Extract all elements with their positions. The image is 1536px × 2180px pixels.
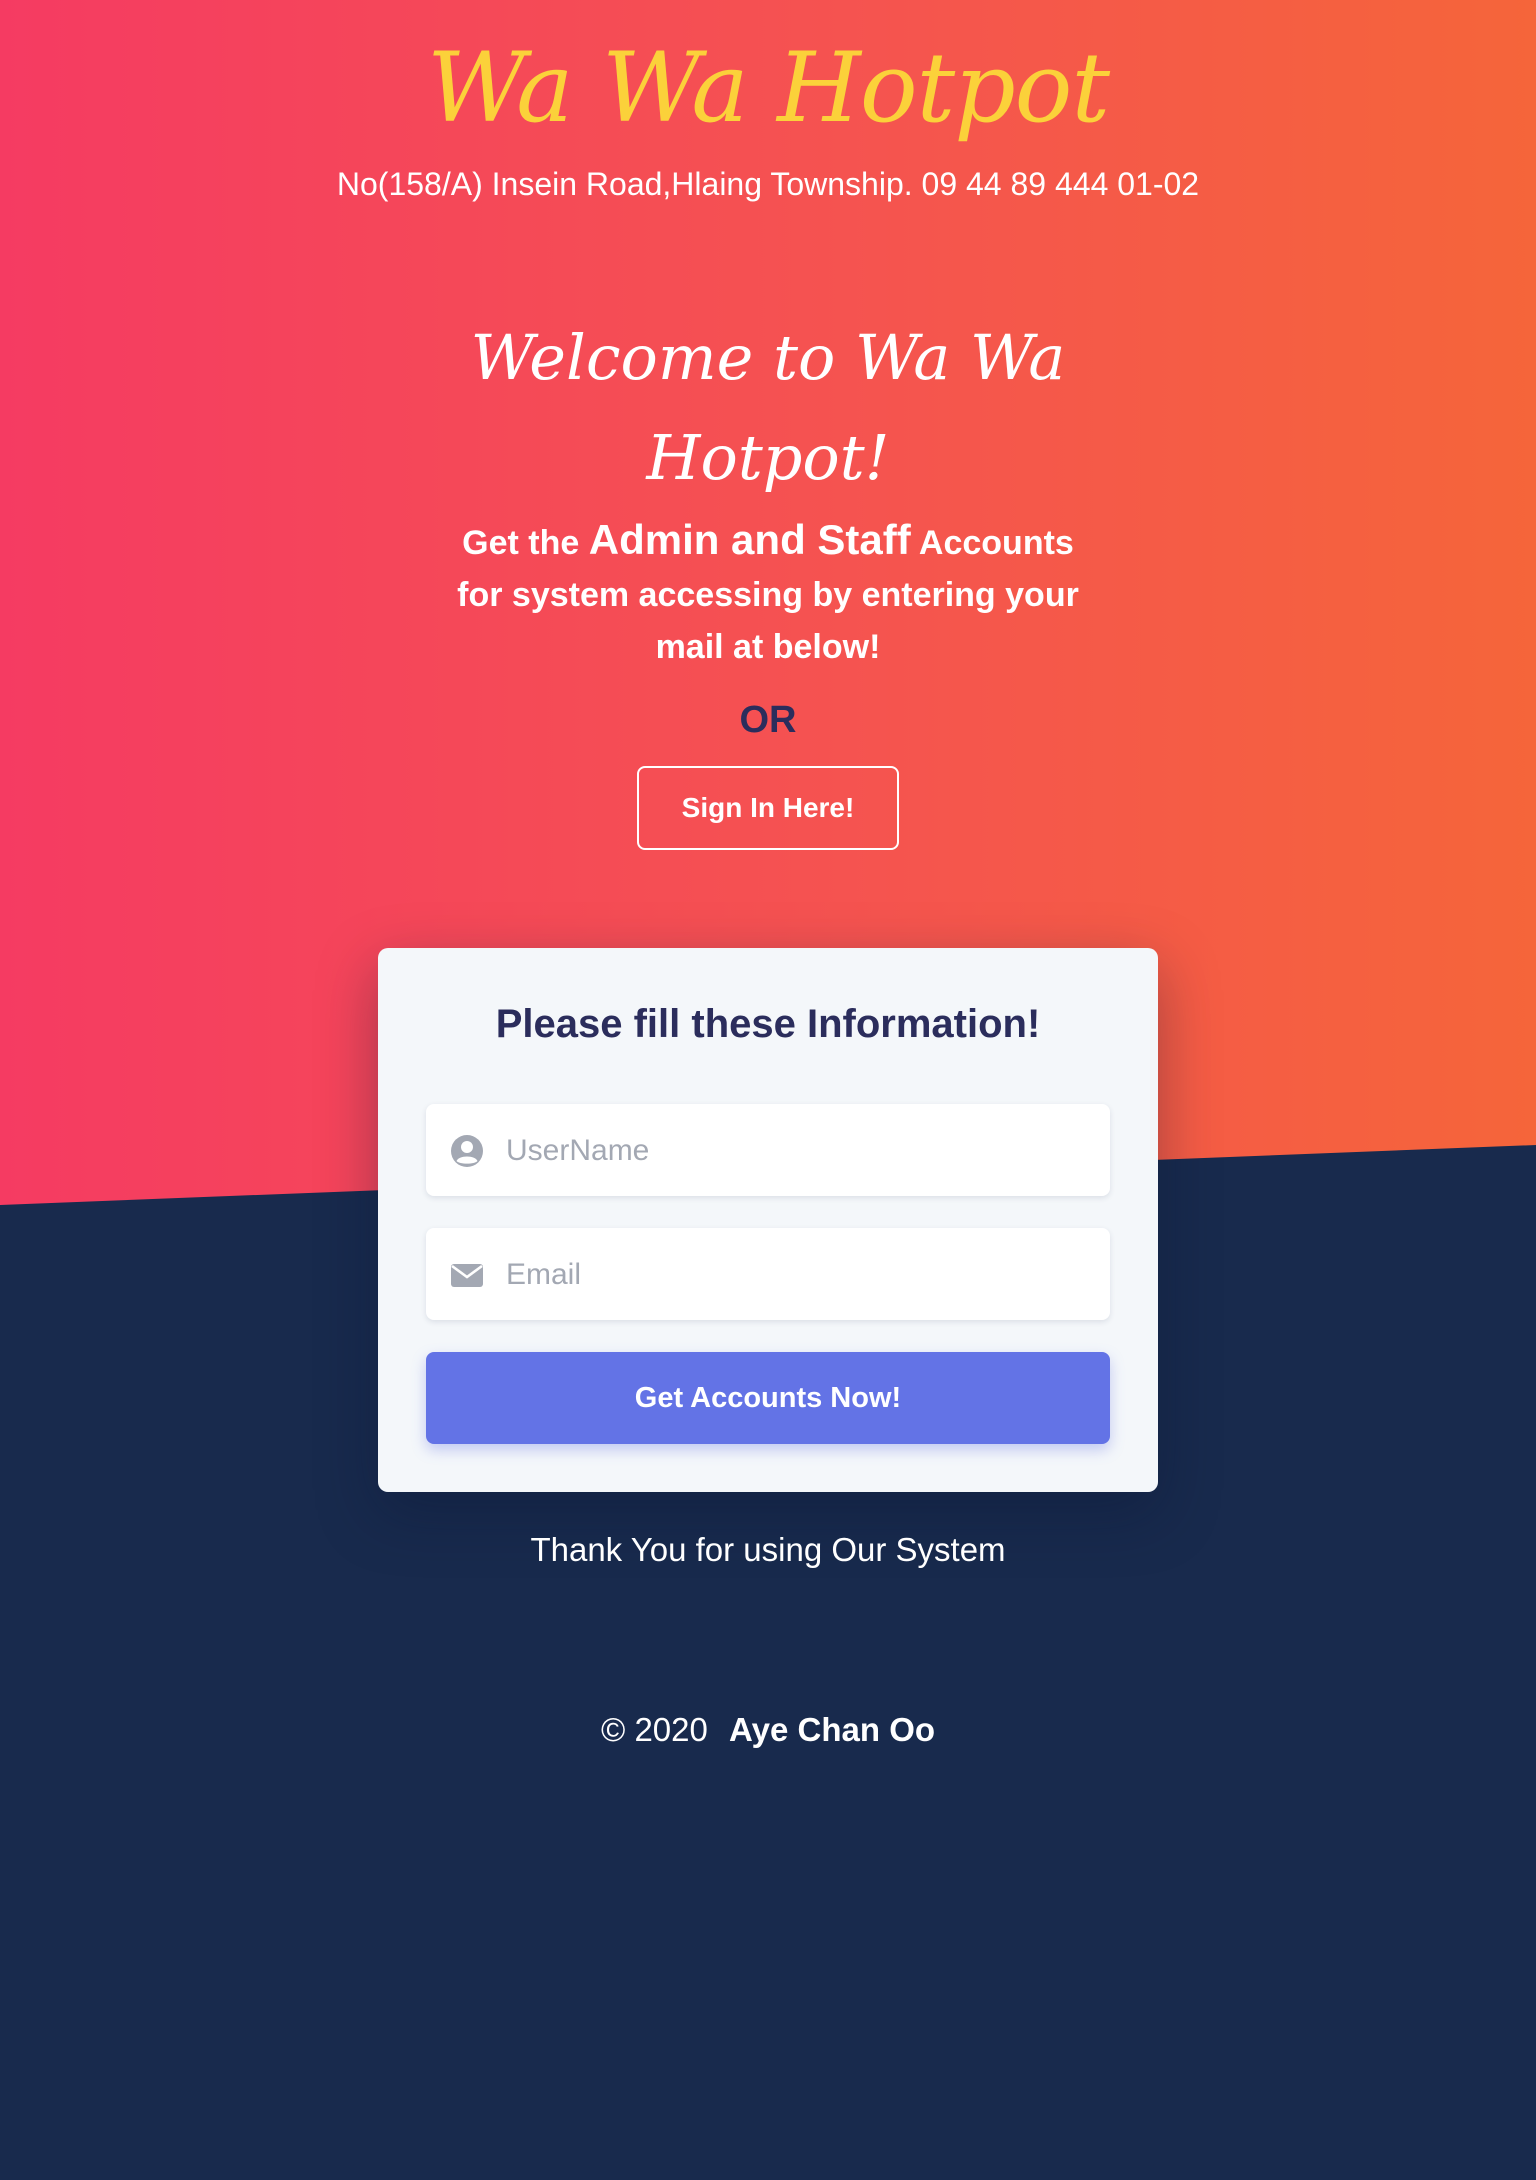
account-request-card: Please fill these Information! Get Accou… <box>378 948 1158 1492</box>
address-text: No(158/A) Insein Road,Hlaing Township. 0… <box>336 166 1200 202</box>
footer: © 2020 Aye Chan Oo <box>0 1706 1536 1754</box>
thanks-message: Thank You for using Our System <box>530 1531 1006 1568</box>
user-circle-icon <box>451 1135 483 1167</box>
intro-text: Get the Admin and Staff Accounts for sys… <box>440 514 1096 673</box>
email-field[interactable] <box>426 1228 1110 1322</box>
username-input[interactable] <box>504 1104 1098 1198</box>
username-field[interactable] <box>426 1104 1110 1198</box>
or-separator: OR <box>739 699 797 741</box>
email-input[interactable] <box>504 1228 1098 1322</box>
sign-in-button[interactable]: Sign In Here! <box>637 766 899 850</box>
brand-title: Wa Wa Hotpot <box>426 32 1110 144</box>
page: Wa Wa Hotpot No(158/A) Insein Road,Hlain… <box>0 0 1536 2180</box>
copyright-text: © 2020 <box>600 1711 708 1748</box>
intro-text-start: Get the <box>462 524 589 562</box>
get-accounts-button[interactable]: Get Accounts Now! <box>426 1352 1110 1444</box>
author-name: Aye Chan Oo <box>729 1711 936 1748</box>
intro-emphasis: Admin and Staff <box>588 516 911 563</box>
form-title: Please fill these Information! <box>495 1002 1041 1046</box>
envelope-icon <box>451 1264 483 1287</box>
welcome-heading: Welcome to Wa Wa Hotpot! <box>470 321 1066 494</box>
